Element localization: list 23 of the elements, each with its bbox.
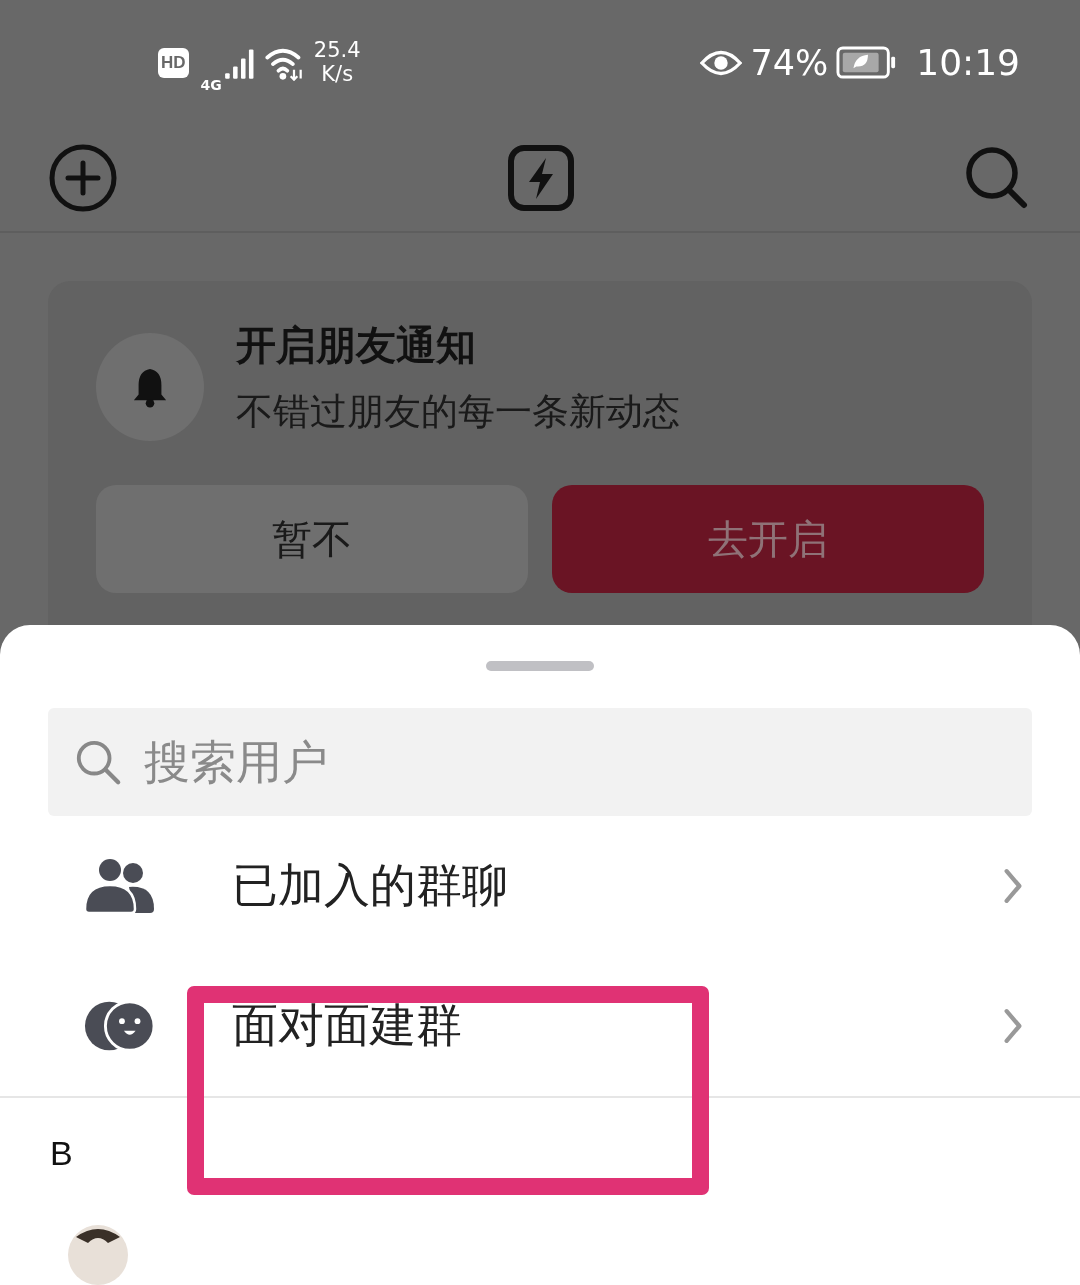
speed-unit: K/s [321,62,354,86]
add-icon[interactable] [48,143,118,213]
item-label: 已加入的群聊 [232,856,509,914]
eye-icon [700,48,743,77]
drag-handle[interactable] [486,661,594,671]
hd-badge: HD [158,47,189,78]
chevron-icon [1002,867,1024,904]
lightning-icon[interactable] [507,144,575,212]
search-icon[interactable] [964,145,1030,211]
card-subtitle: 不错过朋友的每一条新动态 [236,388,680,435]
clock: 10:19 [916,42,1020,83]
face-icon [84,1000,156,1053]
menu-item[interactable]: 面对面建群 [0,956,1080,1097]
network-type: 4G [200,76,222,93]
network-speed: 25.4 [313,39,361,63]
card-title: 开启朋友通知 [236,320,477,370]
search-field[interactable]: 搜索用户 [48,707,1032,816]
battery-percent: 74% [750,42,829,83]
chevron-icon [1002,1008,1024,1045]
item-label: 面对面建群 [232,997,463,1055]
section-header: B [50,1134,73,1173]
people-icon [84,856,156,915]
menu-item[interactable]: 已加入的群聊 [0,815,1080,957]
